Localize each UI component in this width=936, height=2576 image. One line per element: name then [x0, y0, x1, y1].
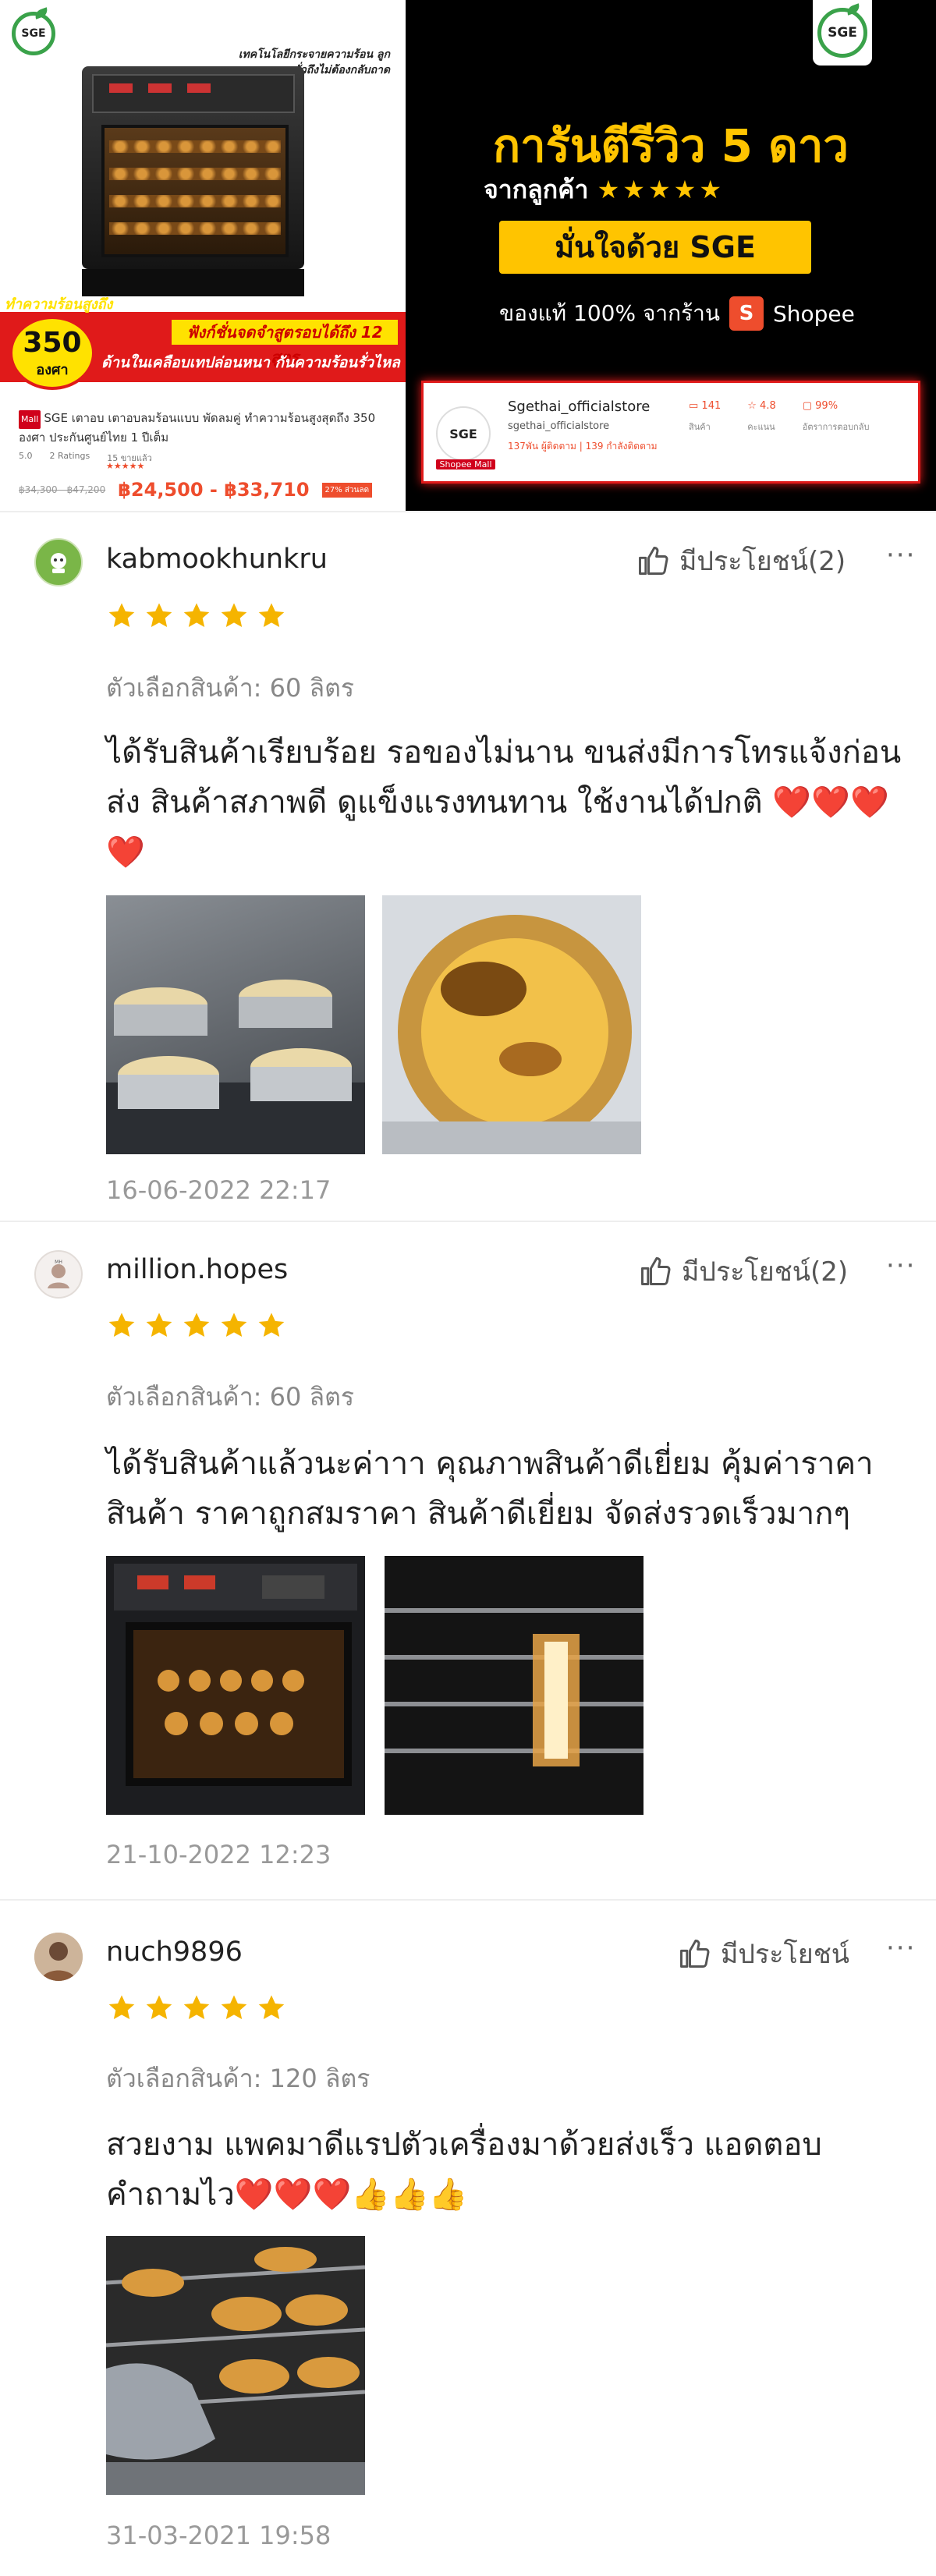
star-icon: [218, 1993, 250, 2024]
oven-control-panel: [92, 74, 295, 113]
review-text: ได้รับสินค้าแล้วนะค่าาา คุณภาพสินค้าดีเย…: [106, 1446, 874, 1532]
star-icon: [256, 1993, 287, 2024]
reviewer-avatar[interactable]: [34, 1933, 83, 1981]
product-variant: ตัวเลือกสินค้า: 60 ลิตร: [106, 673, 355, 703]
store-followers: 137พัน ผู้ติดตาม | 139 กำลังติดตาม: [508, 441, 658, 452]
review-photo[interactable]: [106, 895, 365, 1154]
review-photo[interactable]: [385, 1556, 644, 1815]
star-icon: [106, 601, 137, 632]
temperature-badge: 350 องศา: [9, 316, 95, 390]
reviewer-username[interactable]: nuch9896: [106, 1936, 243, 1968]
heat-label: ทำความร้อนสูงถึง: [5, 296, 113, 313]
product-variant: ตัวเลือกสินค้า: 60 ลิตร: [106, 1382, 355, 1412]
listing-meta: 5.0 ★★★★★ 2 Ratings 15 ขายแล้ว: [19, 451, 152, 471]
review-date: 21-10-2022 12:23: [106, 1840, 332, 1869]
guarantee-subtitle: จากลูกค้า ★★★★★: [484, 175, 725, 204]
rating-stars: [106, 601, 287, 632]
star-icon: [144, 1310, 175, 1341]
review-photo[interactable]: [106, 2236, 365, 2495]
discount-badge: 27% ส่วนลด: [321, 482, 373, 498]
reviewer-avatar[interactable]: [34, 538, 83, 586]
product-variant: ตัวเลือกสินค้า: 120 ลิตร: [106, 2064, 370, 2093]
product-listing[interactable]: Mall SGE เตาอบ เตาอบลมร้อนแบบ พัดลมคู่ ทำ…: [0, 394, 406, 511]
star-icon: [181, 1993, 212, 2024]
listing-price: ฿34,300 - ฿47,200 ฿24,500 - ฿33,710 27% …: [19, 479, 396, 501]
helpful-button[interactable]: มีประโยชน์: [677, 1933, 849, 1975]
thumb-up-icon: [636, 544, 670, 578]
star-icon: [106, 1310, 137, 1341]
store-handle: sgethai_officialstore: [508, 420, 610, 432]
star-icon: [144, 1993, 175, 2024]
review-photo[interactable]: [106, 1556, 365, 1815]
svg-text:MH: MH: [55, 1260, 62, 1265]
sge-logo: SGE: [6, 6, 61, 61]
stat-response: ▢ 99% อัตราการตอบกลับ: [802, 400, 870, 432]
store-card[interactable]: SGE Shopee Mall Sgethai_officialstore sg…: [421, 381, 920, 484]
star-icon: [218, 601, 250, 632]
confidence-cta: มั่นใจด้วย SGE: [499, 221, 811, 274]
sge-logo-right: SGE: [813, 0, 872, 66]
guarantee-panel: SGE การันตีรีวิว 5 ดาว จากลูกค้า ★★★★★ ม…: [406, 0, 936, 511]
shopee-bag-icon: S: [729, 296, 764, 331]
shop-line: ของแท้ 100% จากร้าน S Shopee: [499, 296, 855, 331]
review-text: สวยงาม แพคมาดีแรปตัวเครื่องมาด้วยส่งเร็ว…: [106, 2127, 822, 2213]
rating-stars: ★★★★★: [106, 461, 145, 471]
star-icon: [106, 1993, 137, 2024]
rating-stars: [106, 1993, 287, 2024]
thumb-up-icon: [677, 1936, 711, 1971]
star-icon: [181, 1310, 212, 1341]
store-avatar: SGE: [436, 406, 491, 461]
review-date: 31-03-2021 19:58: [106, 2521, 332, 2550]
more-dots-icon[interactable]: ···: [886, 1933, 916, 1964]
reviewer-username[interactable]: kabmookhunkru: [106, 544, 328, 575]
thumb-up-icon: [638, 1254, 672, 1288]
helpful-button[interactable]: มีประโยชน์(2): [636, 540, 846, 582]
review-date: 16-06-2022 22:17: [106, 1175, 332, 1205]
more-dots-icon[interactable]: ···: [886, 1250, 916, 1281]
coating-text: ด้านในเคลือบเทปล่อนหนา กันความร้อนรั่วไห…: [101, 354, 400, 371]
stat-products: ▭ 141 สินค้า: [689, 400, 722, 432]
star-icon: [256, 1310, 287, 1341]
rating-stars: [106, 1310, 287, 1341]
star-icon: [256, 601, 287, 632]
store-name: Sgethai_officialstore: [508, 399, 651, 415]
review-photo[interactable]: [382, 895, 641, 1154]
review-text: ได้รับสินค้าเรียบร้อย รอของไม่นาน ขนส่งม…: [106, 735, 902, 870]
reviewer-avatar[interactable]: MH: [34, 1250, 83, 1299]
promo-banner: SGE เทคโนโลยีกระจายความร้อน ลูกทั่วถึงไม…: [0, 0, 936, 511]
star-icon: [181, 601, 212, 632]
star-icon: [218, 1310, 250, 1341]
shopee-mall-tag: Shopee Mall: [436, 459, 495, 469]
reviewer-username[interactable]: million.hopes: [106, 1254, 288, 1285]
star-icon: [144, 601, 175, 632]
product-image-panel: SGE เทคโนโลยีกระจายความร้อน ลูกทั่วถึงไม…: [0, 0, 406, 511]
mall-badge: Mall: [19, 410, 41, 429]
listing-title: Mall SGE เตาอบ เตาอบลมร้อนแบบ พัดลมคู่ ทำ…: [19, 410, 376, 445]
more-dots-icon[interactable]: ···: [886, 540, 916, 571]
store-stats: ▭ 141 สินค้า ☆ 4.8 คะแนน ▢ 99% อัตราการตอบก…: [689, 400, 869, 434]
helpful-button[interactable]: มีประโยชน์(2): [638, 1250, 848, 1292]
stat-rating: ☆ 4.8 คะแนน: [747, 400, 776, 432]
recipe-feature-tag: ฟังก์ชั่นจดจำสูตรอบได้ถึง 12 สูตร: [172, 320, 398, 367]
